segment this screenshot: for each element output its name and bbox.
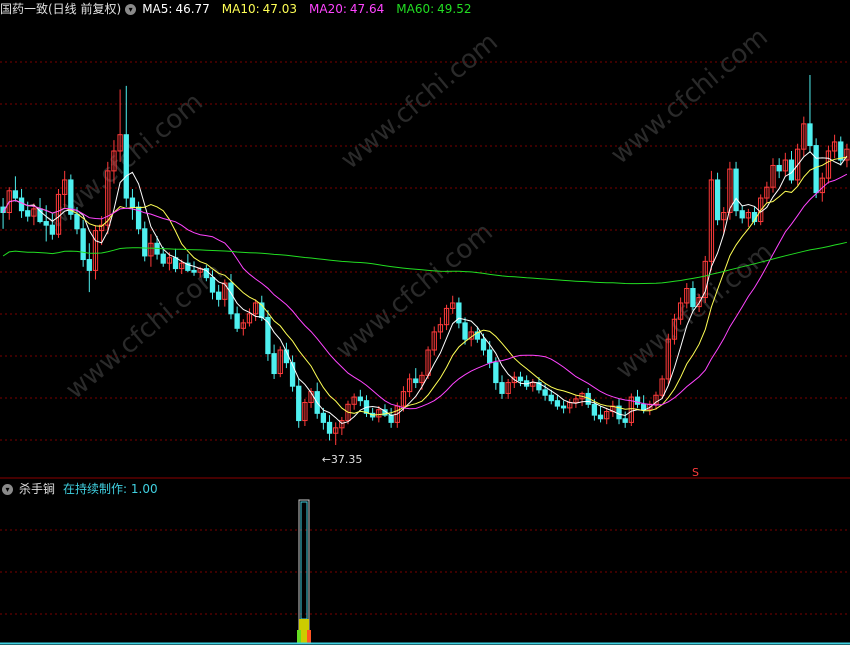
signal-s-marker: S <box>692 466 699 479</box>
candle-body <box>813 145 819 194</box>
candle-body <box>191 269 197 273</box>
candle-body <box>142 228 148 257</box>
low-price-marker: ←37.35 <box>322 453 363 466</box>
candle-body <box>597 414 604 420</box>
candle-body <box>43 221 49 226</box>
watermark-text: www.cfchi.com <box>605 22 774 170</box>
candle-body <box>74 213 80 230</box>
candle-body <box>838 141 844 161</box>
candle-body <box>788 159 795 181</box>
candle-body <box>690 287 696 308</box>
candle-body <box>216 291 222 300</box>
ma60-legend: MA60: 49.52 <box>396 2 477 16</box>
ma10-legend: MA10: 47.03 <box>222 2 303 16</box>
ma20-legend: MA20: 47.64 <box>309 2 390 16</box>
candle-body <box>271 353 277 375</box>
candle-body <box>80 228 86 261</box>
ma5-label: MA5: <box>142 2 173 16</box>
candle-body <box>12 190 19 199</box>
candle-body <box>807 123 813 147</box>
candle-body <box>172 257 179 270</box>
candle-body <box>560 405 567 409</box>
ma5-value: 46.77 <box>175 2 210 16</box>
candle-body <box>499 382 505 394</box>
watermark-text: www.cfchi.com <box>610 237 779 385</box>
candle-body <box>554 400 561 407</box>
candle-body <box>733 168 739 212</box>
candle-body <box>25 210 31 217</box>
candle-body <box>776 164 782 172</box>
ma20-label: MA20: <box>309 2 347 16</box>
candle-body <box>641 403 647 411</box>
stock-title: 国药一致(日线 前复权) <box>0 2 122 16</box>
watermark-text: www.cfchi.com <box>60 257 229 405</box>
sub-collapse-icon[interactable]: ▾ <box>2 484 13 495</box>
candle-body <box>209 277 216 293</box>
candle-body <box>634 396 641 405</box>
candle-body <box>739 210 745 219</box>
indicator-value-label: 在持续制作: 1.00 <box>63 482 158 496</box>
candle-body <box>296 385 302 422</box>
candle-body <box>487 349 493 364</box>
candle-body <box>49 224 56 235</box>
candle-body <box>228 282 234 315</box>
ma60-label: MA60: <box>396 2 435 16</box>
main-panel-header: 国药一致(日线 前复权) ▾ MA5: 46.77 MA10: 47.03 MA20: 47.… <box>0 0 484 18</box>
candle-body <box>480 338 487 351</box>
candle-body <box>320 412 327 423</box>
indicator-bar-red <box>307 630 311 643</box>
watermark-text: www.cfchi.com <box>335 27 504 175</box>
candle-body <box>591 403 598 416</box>
candle-body <box>326 421 333 434</box>
sub-panel-header: ▾ 杀手锏 在持续制作: 1.00 <box>0 480 164 498</box>
candle-body <box>160 253 166 264</box>
indicator-title: 杀手锏 <box>19 482 56 496</box>
ma20-value: 47.64 <box>349 2 385 16</box>
ma10-label: MA10: <box>221 2 260 16</box>
candle-body <box>517 376 524 382</box>
indicator-bar-green <box>297 630 301 643</box>
kline-chart[interactable]: www.cfchi.com www.cfchi.com www.cfchi.com w… <box>0 0 850 645</box>
candle-body <box>542 389 548 396</box>
ma5-legend: MA5: 46.77 <box>142 2 216 16</box>
candle-body <box>548 394 554 402</box>
candle-body <box>622 418 628 423</box>
ma10-value: 47.03 <box>262 2 298 16</box>
collapse-icon[interactable]: ▾ <box>125 4 137 15</box>
indicator-bar-inner <box>300 501 308 620</box>
candle-body <box>86 259 92 271</box>
candle-body <box>357 396 363 402</box>
ma60-value: 49.52 <box>437 2 472 16</box>
candle-body <box>413 378 419 384</box>
candle-body <box>714 179 721 221</box>
candle-body <box>388 414 394 423</box>
candle-body <box>123 134 129 199</box>
candle-body <box>493 362 499 384</box>
watermark-text: www.cfchi.com <box>330 217 499 365</box>
candle-body <box>462 322 468 340</box>
candle-body <box>234 313 240 329</box>
candle-body <box>18 197 25 212</box>
candle-body <box>129 197 136 208</box>
